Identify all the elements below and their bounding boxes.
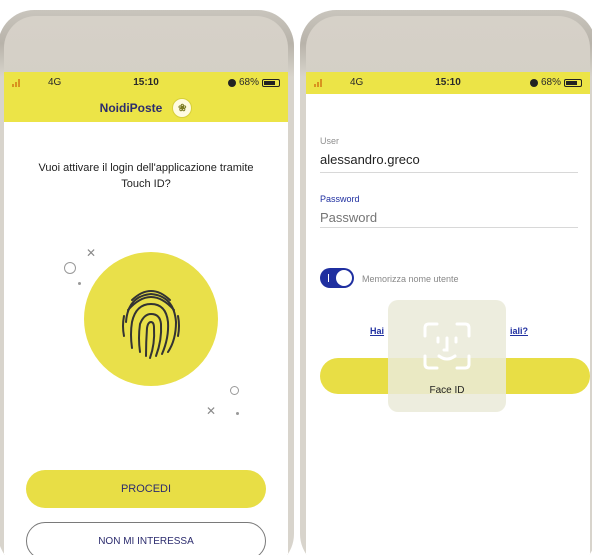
fingerprint-illustration: ✕ ✕ (4, 242, 288, 422)
deco-ring-icon (230, 386, 239, 395)
right-screen: 4G 15:10 68% User alessandro.greco Passw… (306, 72, 590, 555)
password-label: Password (320, 194, 360, 204)
forgot-link-left: Hai (370, 326, 385, 336)
deco-ring-icon (64, 262, 76, 274)
face-id-overlay: Face ID (388, 300, 506, 412)
proceed-button[interactable]: PROCEDI (26, 470, 266, 508)
fingerprint-icon (122, 290, 180, 359)
not-interested-button[interactable]: NON MI INTERESSA (26, 522, 266, 555)
remember-username-label: Memorizza nome utente (362, 274, 459, 284)
remember-username-toggle[interactable] (320, 268, 354, 288)
status-bar: 4G 15:10 68% (4, 72, 288, 94)
face-id-label: Face ID (429, 385, 465, 396)
face-id-icon (423, 322, 471, 370)
password-field[interactable] (320, 208, 578, 228)
battery-percent: 68% (540, 77, 561, 88)
status-bar: 4G 15:10 68% (306, 72, 590, 94)
deco-dot-icon (78, 282, 81, 285)
right-phone-bezel: 4G 15:10 68% User alessandro.greco Passw… (306, 16, 590, 555)
app-logo-icon: ❀ (172, 98, 193, 118)
battery-percent: 68% (238, 77, 259, 88)
deco-dot-icon (236, 412, 239, 415)
do-not-disturb-icon (529, 78, 538, 87)
user-label: User (320, 136, 340, 146)
left-screen: 4G 15:10 68% NoidiPoste ❀ Vuoi attivare … (4, 72, 288, 555)
left-phone: 4G 15:10 68% NoidiPoste ❀ Vuoi attivare … (0, 10, 294, 555)
battery-icon (564, 78, 582, 87)
login-form: User alessandro.greco Password Memorizza… (306, 94, 590, 555)
battery-icon (262, 78, 280, 87)
forgot-link-right: iali? (509, 326, 528, 336)
touch-id-question: Vuoi attivare il login dell'applicazione… (38, 162, 254, 190)
deco-cross-icon: ✕ (206, 404, 217, 418)
battery-group: 68% (529, 77, 582, 88)
left-phone-bezel: 4G 15:10 68% NoidiPoste ❀ Vuoi attivare … (4, 16, 288, 555)
fingerprint-circle (84, 252, 218, 386)
right-phone: 4G 15:10 68% User alessandro.greco Passw… (300, 10, 592, 555)
battery-group: 68% (227, 77, 280, 88)
app-bar: NoidiPoste ❀ (4, 94, 288, 122)
do-not-disturb-icon (227, 78, 236, 87)
user-field[interactable]: alessandro.greco (320, 152, 578, 173)
app-title: NoidiPoste (99, 101, 163, 115)
